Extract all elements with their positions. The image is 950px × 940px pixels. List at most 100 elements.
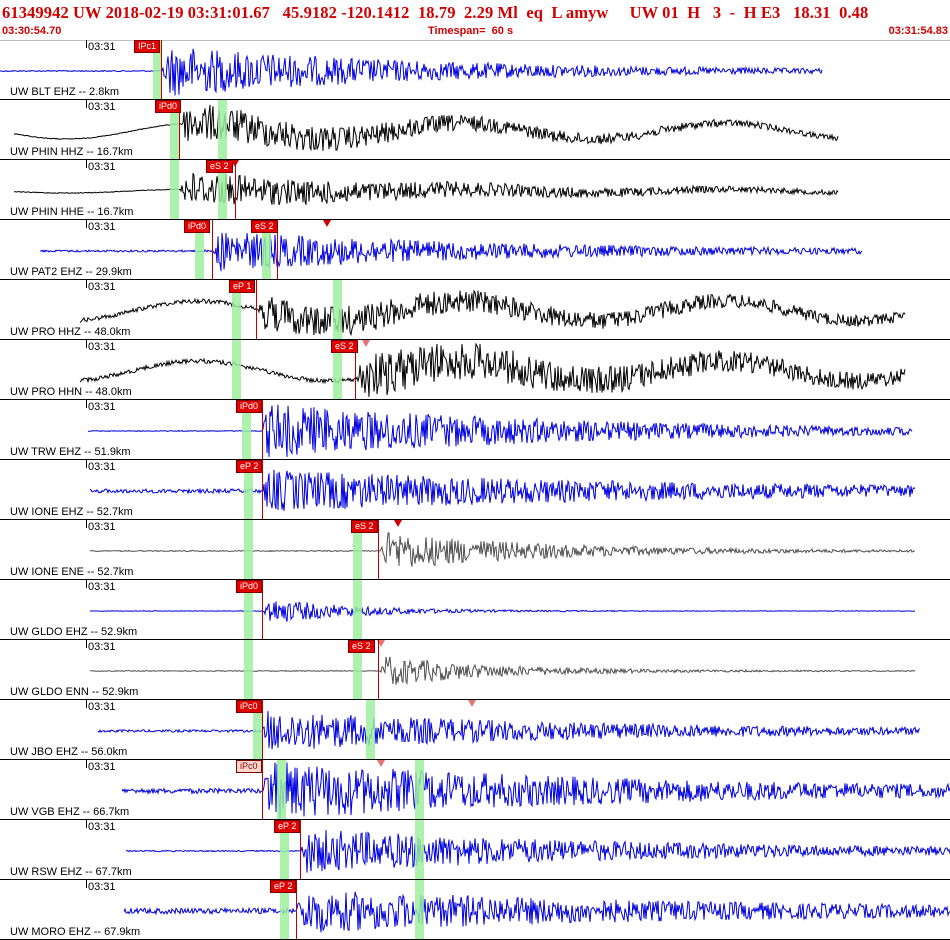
time-tick xyxy=(86,160,87,168)
phase-pick-tag[interactable]: eS 2 xyxy=(351,520,378,533)
trace-time-label: 03:31 xyxy=(88,101,116,113)
timespan-label: Timespan= 60 s xyxy=(428,25,514,37)
time-tick xyxy=(86,520,87,528)
phase-pick-tag[interactable]: eP 2 xyxy=(274,820,301,833)
time-tick xyxy=(86,880,87,888)
waveform-trace xyxy=(89,656,916,686)
trace-time-label: 03:31 xyxy=(88,401,116,413)
s-window-bar xyxy=(366,700,375,759)
p-window-bar xyxy=(244,640,253,699)
trace-panel-gldo-ehz[interactable]: 03:31 UW GLDO EHZ -- 52.9km iPd0 xyxy=(0,580,950,640)
window-start-time: 03:30:54.70 xyxy=(2,25,62,37)
phase-pick-tag[interactable]: eP 2 xyxy=(236,460,263,473)
trace-panel-phin-hhe[interactable]: 03:31 UW PHIN HHE -- 16.7km eS 2 xyxy=(0,160,950,220)
p-window-bar xyxy=(277,760,286,819)
waveform-trace xyxy=(39,232,863,272)
waveform-viewer[interactable]: 61349942 UW 2018-02-19 03:31:01.67 45.91… xyxy=(0,0,950,940)
seismogram[interactable] xyxy=(0,580,950,640)
trace-time-label: 03:31 xyxy=(88,641,116,653)
trace-panel-gldo-enn[interactable]: 03:31 UW GLDO ENN -- 52.9km eS 2 xyxy=(0,640,950,700)
trace-panel-trw-ehz[interactable]: 03:31 UW TRW EHZ -- 51.9km iPd0 xyxy=(0,400,950,460)
phase-pick-tag[interactable]: iPd0 xyxy=(155,100,182,113)
time-tick xyxy=(86,40,87,48)
trace-panel-pro-hhz[interactable]: 03:31 UW PRO HHZ -- 48.0km eP 1 xyxy=(0,280,950,340)
p-window-bar xyxy=(232,340,241,399)
seismogram[interactable] xyxy=(0,520,950,580)
time-tick xyxy=(86,580,87,588)
trace-panel-jbo-ehz[interactable]: 03:31 UW JBO EHZ -- 56.0km iPc0 xyxy=(0,700,950,760)
seismogram[interactable] xyxy=(0,760,950,820)
waveform-trace xyxy=(89,601,916,622)
amplitude-marker xyxy=(377,640,385,647)
seismogram[interactable] xyxy=(0,160,950,220)
phase-pick-tag[interactable]: iPc0 xyxy=(236,760,262,773)
time-tick xyxy=(86,340,87,348)
trace-panel-rsw-ehz[interactable]: 03:31 UW RSW EHZ -- 67.7km eP 2 xyxy=(0,820,950,880)
waveform-trace xyxy=(0,48,823,96)
trace-panel-blt-ehz[interactable]: 03:31 UW BLT EHZ -- 2.8km IPc1 xyxy=(0,40,950,100)
seismogram[interactable] xyxy=(0,460,950,520)
seismogram[interactable] xyxy=(0,280,950,340)
pick-line xyxy=(235,160,236,219)
pick-line xyxy=(262,760,263,819)
waveform-trace xyxy=(79,289,906,337)
amplitude-marker xyxy=(231,160,239,167)
pick-line xyxy=(262,400,263,459)
trace-panel-vgb-ehz[interactable]: 03:31 UW VGB EHZ -- 66.7km iPc0 xyxy=(0,760,950,820)
trace-time-label: 03:31 xyxy=(88,161,116,173)
channel-label: UW RSW EHZ -- 67.7km xyxy=(10,866,132,878)
time-tick xyxy=(86,100,87,108)
phase-pick-tag[interactable]: eS 2 xyxy=(348,640,375,653)
amplitude-marker xyxy=(362,340,370,347)
s-window-bar xyxy=(415,820,424,879)
time-tick xyxy=(86,760,87,768)
channel-label: UW PRO HHN -- 48.0km xyxy=(10,386,132,398)
seismogram[interactable] xyxy=(0,880,950,940)
trace-time-label: 03:31 xyxy=(88,221,116,233)
seismogram[interactable] xyxy=(0,220,950,280)
trace-panel-pro-hhn[interactable]: 03:31 UW PRO HHN -- 48.0km eS 2 xyxy=(0,340,950,400)
seismogram[interactable] xyxy=(0,700,950,760)
pick-line xyxy=(378,520,379,579)
channel-label: UW PRO HHZ -- 48.0km xyxy=(10,326,131,338)
phase-pick-tag[interactable]: eS 2 xyxy=(206,160,233,173)
seismogram[interactable] xyxy=(0,400,950,460)
phase-pick-tag[interactable]: eS 2 xyxy=(331,340,358,353)
channel-label: UW MORO EHZ -- 67.9km xyxy=(10,926,141,938)
time-tick xyxy=(86,280,87,288)
channel-label: UW PHIN HHE -- 16.7km xyxy=(10,206,134,218)
amplitude-marker xyxy=(468,700,476,707)
trace-list[interactable]: 03:31 UW BLT EHZ -- 2.8km IPc1 03:31 UW … xyxy=(0,40,950,940)
phase-pick-tag[interactable]: eP 1 xyxy=(229,280,256,293)
seismogram[interactable] xyxy=(0,340,950,400)
phase-pick-tag[interactable]: iPd0 xyxy=(236,400,263,413)
phase-pick-tag[interactable]: eP 2 xyxy=(270,880,297,893)
trace-time-label: 03:31 xyxy=(88,581,116,593)
time-tick xyxy=(86,460,87,468)
trace-panel-moro-ehz[interactable]: 03:31 UW MORO EHZ -- 67.9km eP 2 xyxy=(0,880,950,940)
trace-panel-phin-hhz[interactable]: 03:31 UW PHIN HHZ -- 16.7km iPd0 xyxy=(0,100,950,160)
seismogram[interactable] xyxy=(0,640,950,700)
phase-pick-tag[interactable]: IPc1 xyxy=(134,40,161,53)
trace-panel-pat2-ehz[interactable]: 03:31 UW PAT2 EHZ -- 29.9km iPd0 eS 2 xyxy=(0,220,950,280)
waveform-trace xyxy=(97,711,921,750)
channel-label: UW GLDO EHZ -- 52.9km xyxy=(10,626,138,638)
seismogram[interactable] xyxy=(0,100,950,160)
waveform-trace xyxy=(125,830,950,873)
seismogram[interactable] xyxy=(0,820,950,880)
waveform-trace xyxy=(79,342,906,397)
waveform-trace xyxy=(13,173,839,206)
phase-pick-tag[interactable]: iPd0 xyxy=(236,580,263,593)
phase-pick-tag[interactable]: eS 2 xyxy=(251,220,278,233)
channel-label: UW VGB EHZ -- 66.7km xyxy=(10,806,130,818)
trace-panel-ione-ehz[interactable]: 03:31 UW IONE EHZ -- 52.7km eP 2 xyxy=(0,460,950,520)
s-window-bar xyxy=(415,760,424,819)
amplitude-marker xyxy=(377,760,385,767)
trace-time-label: 03:31 xyxy=(88,701,116,713)
phase-pick-tag[interactable]: iPd0 xyxy=(184,220,211,233)
trace-time-label: 03:31 xyxy=(88,821,116,833)
trace-panel-ione-ene[interactable]: 03:31 UW IONE ENE -- 52.7km eS 2 xyxy=(0,520,950,580)
phase-pick-tag[interactable]: iPc0 xyxy=(236,700,262,713)
p-window-bar xyxy=(244,520,253,579)
time-tick xyxy=(86,700,87,708)
